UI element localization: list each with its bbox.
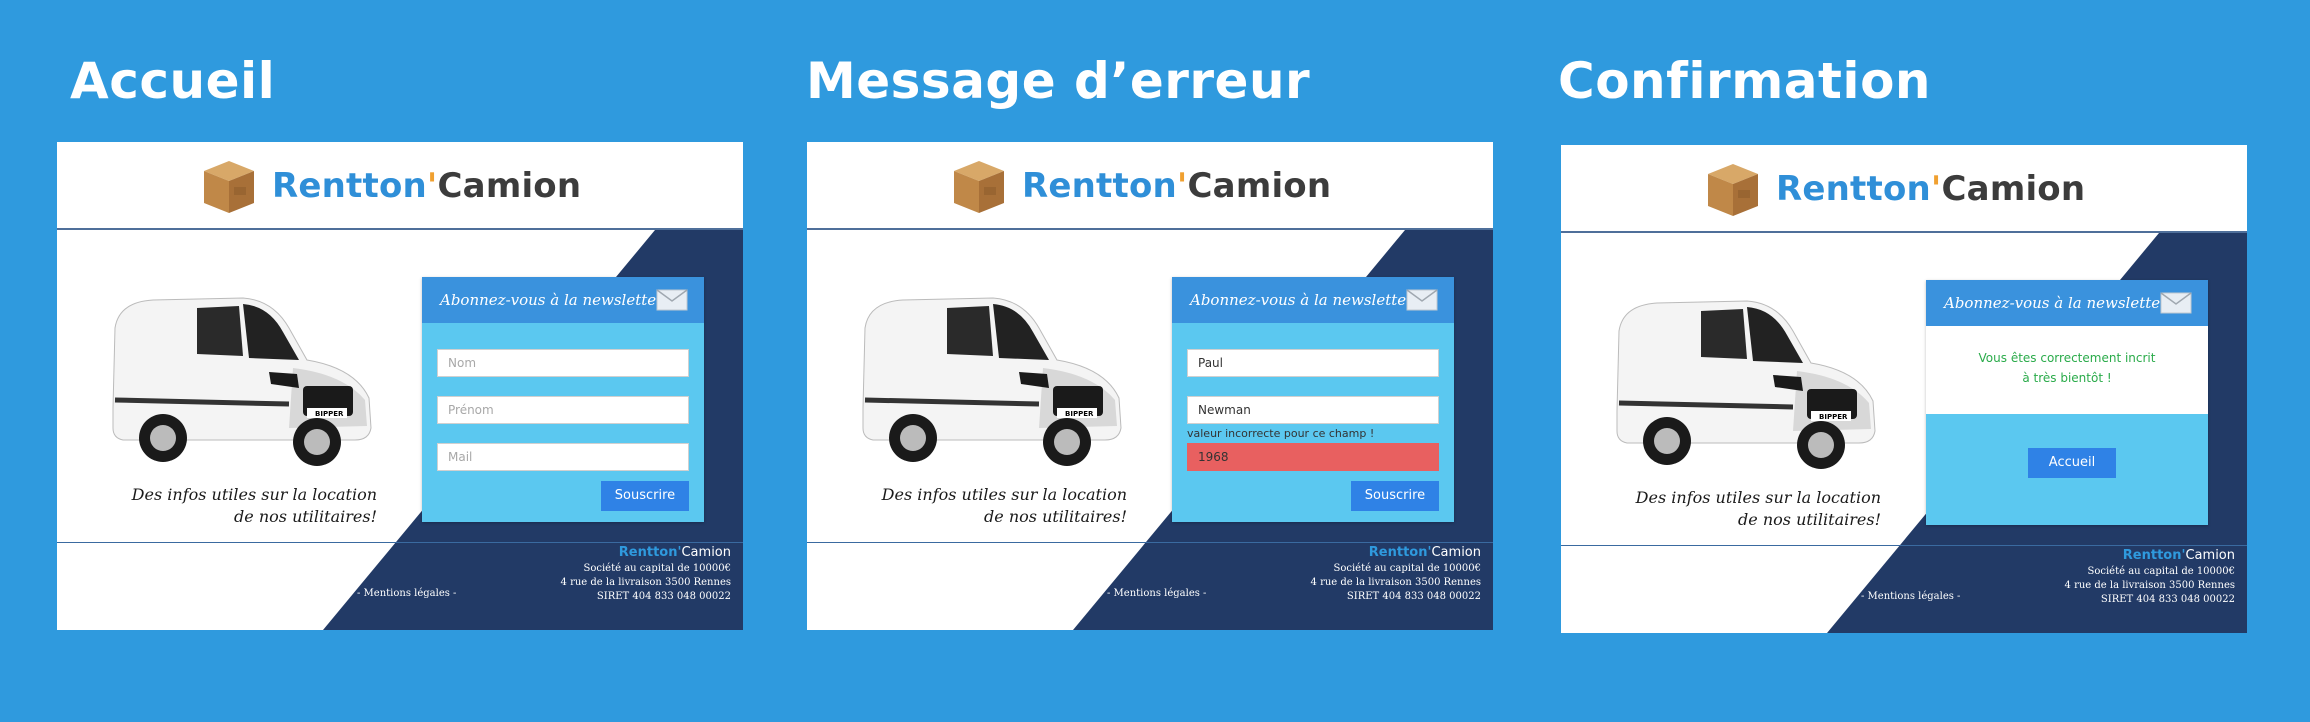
newsletter-title: Abonnez-vous à la newsletter (1190, 291, 1414, 309)
brand-name: Rentton'Camion (1776, 169, 2086, 209)
tagline: Des infos utiles sur la location de nos … (881, 485, 1127, 526)
svg-text:BIPPER: BIPPER (315, 410, 344, 418)
newsletter-form: Abonnez-vous à la newsletter Nom Prénom … (422, 277, 704, 522)
legal-notice-link[interactable]: - Mentions légales - (1861, 591, 1960, 602)
van-image: BIPPER (112, 297, 372, 466)
site-logo[interactable]: Rentton'Camion (200, 156, 581, 216)
nom-input[interactable]: Paul (1187, 349, 1439, 377)
prenom-input[interactable]: Prénom (437, 396, 689, 424)
cardboard-box-icon (204, 161, 254, 213)
site-logo[interactable]: Rentton'Camion (950, 156, 1331, 216)
footer-info: Rentton'Camion Société au capital de 100… (560, 545, 731, 602)
subscribe-button[interactable]: Souscrire (601, 481, 689, 511)
svg-text:BIPPER: BIPPER (1819, 413, 1848, 421)
newsletter-form: Abonnez-vous à la newsletter Paul Newman… (1172, 277, 1454, 522)
tagline: Des infos utiles sur la location de nos … (131, 485, 377, 526)
footer-brand: Rentton'Camion (1368, 545, 1481, 560)
site-header: Rentton'Camion (807, 142, 1493, 230)
confirmation-message-box: Vous êtes correctement incrit à très bie… (1926, 326, 2208, 414)
site-logo[interactable]: Rentton'Camion (1704, 159, 2085, 219)
cardboard-box-icon (1708, 164, 1758, 216)
footer-divider (1561, 545, 2247, 546)
envelope-icon (1406, 289, 1438, 311)
site-body: BIPPER Des infos utiles sur la location … (57, 230, 743, 630)
footer-brand: Rentton'Camion (618, 545, 731, 560)
home-button[interactable]: Accueil (2028, 448, 2116, 478)
newsletter-confirmation: Abonnez-vous à la newsletter Vous êtes c… (1926, 280, 2208, 525)
panel-title-confirmation: Confirmation (1558, 52, 1932, 110)
van-image: BIPPER (862, 297, 1122, 466)
newsletter-header: Abonnez-vous à la newsletter (1172, 277, 1454, 323)
newsletter-header: Abonnez-vous à la newsletter (422, 277, 704, 323)
newsletter-title: Abonnez-vous à la newsletter (440, 291, 664, 309)
footer-info: Rentton'Camion Société au capital de 100… (1310, 545, 1481, 602)
footer-info: Rentton'Camion Société au capital de 100… (2064, 548, 2235, 605)
legal-notice-link[interactable]: - Mentions légales - (1107, 588, 1206, 599)
panel-title-accueil: Accueil (70, 52, 276, 110)
footer-divider (807, 542, 1493, 543)
tagline: Des infos utiles sur la location de nos … (1635, 488, 1881, 529)
site-body: BIPPER Des infos utiles sur la location … (1561, 233, 2247, 633)
brand-name: Rentton'Camion (272, 166, 582, 206)
svg-text:BIPPER: BIPPER (1065, 410, 1094, 418)
brand-name: Rentton'Camion (1022, 166, 1332, 206)
site-header: Rentton'Camion (57, 142, 743, 230)
legal-notice-link[interactable]: - Mentions légales - (357, 588, 456, 599)
newsletter-title: Abonnez-vous à la newsletter (1944, 294, 2168, 312)
panel-title-erreur: Message d’erreur (806, 52, 1311, 110)
envelope-icon (656, 289, 688, 311)
envelope-icon (2160, 292, 2192, 314)
confirmation-message: Vous êtes correctement incrit à très bie… (1978, 351, 2156, 385)
footer-divider (57, 542, 743, 543)
prenom-input[interactable]: Newman (1187, 396, 1439, 424)
van-image: BIPPER (1616, 300, 1876, 469)
mockup-erreur: Rentton'Camion BIPPER Des infos utiles s… (807, 142, 1493, 630)
subscribe-button[interactable]: Souscrire (1351, 481, 1439, 511)
mail-input[interactable]: Mail (437, 443, 689, 471)
footer-brand: Rentton'Camion (2122, 548, 2235, 563)
mail-input-error[interactable]: 1968 (1187, 443, 1439, 471)
newsletter-header: Abonnez-vous à la newsletter (1926, 280, 2208, 326)
error-message: valeur incorrecte pour ce champ ! (1187, 427, 1375, 440)
mockup-accueil: Rentton'Camion BIPPER Des infos utiles s… (57, 142, 743, 630)
mockup-confirmation: Rentton'Camion BIPPER Des infos utiles s… (1561, 145, 2247, 633)
site-body: BIPPER Des infos utiles sur la location … (807, 230, 1493, 630)
cardboard-box-icon (954, 161, 1004, 213)
site-header: Rentton'Camion (1561, 145, 2247, 233)
nom-input[interactable]: Nom (437, 349, 689, 377)
